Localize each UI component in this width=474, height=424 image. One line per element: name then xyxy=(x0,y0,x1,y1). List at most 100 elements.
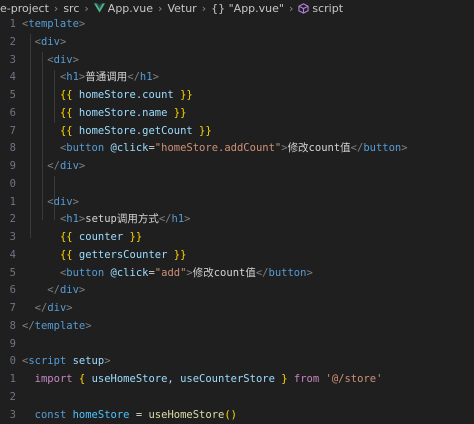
code-token: '@/store' xyxy=(326,373,383,385)
code-line: <div> xyxy=(22,52,474,70)
chevron-right-icon: › xyxy=(158,2,162,15)
code-token: template xyxy=(35,320,86,332)
breadcrumb-scope[interactable]: {} "App.vue" xyxy=(211,2,284,15)
code-token: 修改count值 xyxy=(288,142,351,154)
code-token: h1 xyxy=(66,71,79,83)
code-line xyxy=(22,176,474,194)
code-token: homeStore.getCount xyxy=(79,125,193,137)
breadcrumb-src-label: src xyxy=(63,2,79,15)
code-token: "add" xyxy=(155,267,187,279)
code-token: button xyxy=(363,142,401,154)
code-line: <div> xyxy=(22,194,474,212)
line-number: 9 xyxy=(0,336,20,354)
breadcrumb-symbol[interactable]: script xyxy=(298,2,343,15)
line-number: 0 xyxy=(0,353,20,371)
code-token: "homeStore.addCount" xyxy=(155,142,281,154)
code-token: import xyxy=(35,373,73,385)
code-line: {{ homeStore.name }} xyxy=(22,105,474,123)
line-number: 5 xyxy=(0,87,20,105)
code-token: script xyxy=(28,355,66,367)
line-number: 2 xyxy=(0,389,20,407)
line-number: 7 xyxy=(0,300,20,318)
code-token: setup调用方式 xyxy=(85,213,159,225)
breadcrumb-project[interactable]: e-project xyxy=(0,2,49,15)
breadcrumb-scope-label: {} "App.vue" xyxy=(211,2,284,15)
code-token: h1 xyxy=(66,213,79,225)
code-token: div xyxy=(54,196,73,208)
line-number: 5 xyxy=(0,265,20,283)
line-number: 7 xyxy=(0,123,20,141)
line-number: 1 xyxy=(0,371,20,389)
code-token: 修改count值 xyxy=(193,267,256,279)
line-number: 2 xyxy=(0,211,20,229)
code-line: <script setup> xyxy=(22,353,474,371)
code-line: </template> xyxy=(22,318,474,336)
breadcrumb-file[interactable]: App.vue xyxy=(94,2,153,15)
line-number: 2 xyxy=(0,34,20,52)
line-number: 1 xyxy=(0,16,20,34)
line-number: 8 xyxy=(0,140,20,158)
code-token: button xyxy=(66,142,104,154)
code-token: div xyxy=(54,54,73,66)
line-number: 4 xyxy=(0,247,20,265)
line-number: 3 xyxy=(0,407,20,424)
code-line: {{ counter }} xyxy=(22,229,474,247)
line-number: 0 xyxy=(0,176,20,194)
code-token: @click xyxy=(111,267,149,279)
code-token: @click xyxy=(111,142,149,154)
code-token: h1 xyxy=(140,71,153,83)
breadcrumb-vetur[interactable]: Vetur xyxy=(167,2,196,15)
code-token: div xyxy=(60,160,79,172)
code-line xyxy=(22,336,474,354)
line-number: 1 xyxy=(0,194,20,212)
code-token: gettersCounter xyxy=(79,249,168,261)
breadcrumb-src[interactable]: src xyxy=(63,2,79,15)
code-token: from xyxy=(294,373,319,385)
code-token: div xyxy=(41,36,60,48)
code-line: <h1>普通调用</h1> xyxy=(22,69,474,87)
code-line: const homeStore = useHomeStore() xyxy=(22,407,474,424)
code-line: </div> xyxy=(22,158,474,176)
code-line: <div> xyxy=(22,34,474,52)
line-number: 3 xyxy=(0,52,20,70)
code-line: <template> xyxy=(22,16,474,34)
code-token: template xyxy=(28,18,79,30)
vue-icon xyxy=(94,3,105,13)
code-line: import { useHomeStore, useCounterStore }… xyxy=(22,371,474,389)
code-token: homeStore.count xyxy=(79,89,174,101)
code-line: </div> xyxy=(22,300,474,318)
code-line xyxy=(22,389,474,407)
code-line: {{ homeStore.getCount }} xyxy=(22,123,474,141)
line-number: 3 xyxy=(0,229,20,247)
code-token: setup xyxy=(73,355,105,367)
chevron-right-icon: › xyxy=(289,2,293,15)
code-line: <button @click="add">修改count值</button> xyxy=(22,265,474,283)
breadcrumb-vetur-label: Vetur xyxy=(167,2,196,15)
code-editor[interactable]: 1 2 3 4 5 6 7 8 9 0 1 2 3 4 5 6 7 8 9 0 … xyxy=(0,16,474,419)
code-line: </div> xyxy=(22,282,474,300)
breadcrumb-file-label: App.vue xyxy=(108,2,153,15)
line-number: 6 xyxy=(0,105,20,123)
code-token: homeStore.name xyxy=(79,107,168,119)
cube-icon xyxy=(298,3,309,14)
chevron-right-icon: › xyxy=(54,2,58,15)
breadcrumb-project-label: e-project xyxy=(0,2,49,15)
chevron-right-icon: › xyxy=(84,2,88,15)
line-number: 4 xyxy=(0,69,20,87)
code-line: <h1>setup调用方式</h1> xyxy=(22,211,474,229)
code-line: <button @click="homeStore.addCount">修改co… xyxy=(22,140,474,158)
code-token: div xyxy=(47,302,66,314)
code-token: button xyxy=(66,267,104,279)
code-token: useHomeStore, useCounterStore xyxy=(92,373,275,385)
line-number: 6 xyxy=(0,282,20,300)
code-token: h1 xyxy=(172,213,185,225)
code-line: {{ homeStore.count }} xyxy=(22,87,474,105)
line-number: 9 xyxy=(0,158,20,176)
breadcrumb: e-project › src › App.vue › Vetur › {} "… xyxy=(0,0,474,16)
code-lines[interactable]: <template> <div> <div> <h1>普通调用</h1> {{ … xyxy=(22,16,474,419)
line-number: 8 xyxy=(0,318,20,336)
code-token: div xyxy=(60,284,79,296)
chevron-right-icon: › xyxy=(202,2,206,15)
code-token: 普通调用 xyxy=(85,71,127,83)
breadcrumb-symbol-label: script xyxy=(312,2,343,15)
